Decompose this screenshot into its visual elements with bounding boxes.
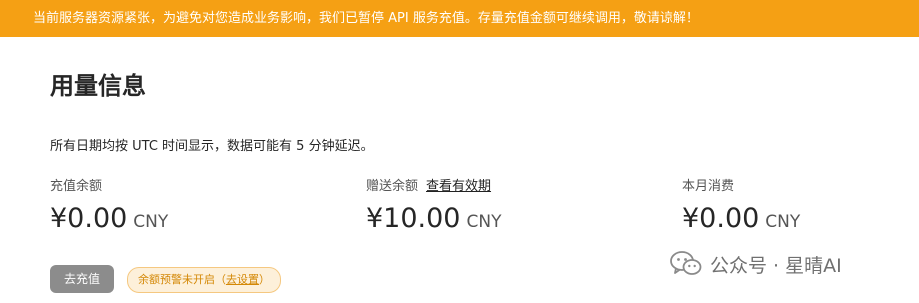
gift-balance-amount: ¥10.00 xyxy=(366,203,461,234)
wechat-watermark: 公众号 · 星晴AI xyxy=(670,250,842,278)
banner-text: 当前服务器资源紧张，为避免对您造成业务影响，我们已暂停 API 服务充值。存量充… xyxy=(33,11,699,26)
recharge-balance-value: ¥0.00 CNY xyxy=(50,202,168,239)
view-validity-link[interactable]: 查看有效期 xyxy=(426,179,491,194)
monthly-spend-label: 本月消费 xyxy=(682,179,735,194)
recharge-balance-unit: CNY xyxy=(133,212,169,232)
recharge-balance-label: 充值余额 xyxy=(50,179,103,194)
gift-balance-value: ¥10.00 CNY xyxy=(366,202,501,239)
wechat-icon xyxy=(670,251,702,275)
alert-setup-link[interactable]: 去设置 xyxy=(226,273,259,286)
monthly-spend-stat: 本月消费 ¥0.00 CNY xyxy=(682,178,800,239)
watermark-text: 公众号 · 星晴AI xyxy=(710,254,842,277)
gift-balance-label: 赠送余额 xyxy=(366,179,419,194)
balance-alert-text: 余额预警未开启 xyxy=(138,273,215,286)
alert-paren-open: （ xyxy=(215,273,226,286)
balance-alert-status: 余额预警未开启（去设置） xyxy=(127,267,281,293)
monthly-spend-value: ¥0.00 CNY xyxy=(682,202,800,239)
utc-note: 所有日期均按 UTC 时间显示，数据可能有 5 分钟延迟。 xyxy=(50,139,374,154)
service-notice-banner: 当前服务器资源紧张，为避免对您造成业务影响，我们已暂停 API 服务充值。存量充… xyxy=(0,0,919,37)
gift-balance-stat: 赠送余额 查看有效期 ¥10.00 CNY xyxy=(366,178,501,239)
recharge-button[interactable]: 去充值 xyxy=(50,265,114,293)
gift-balance-unit: CNY xyxy=(466,212,502,232)
monthly-spend-amount: ¥0.00 xyxy=(682,203,760,234)
recharge-balance-amount: ¥0.00 xyxy=(50,203,128,234)
alert-paren-close: ） xyxy=(259,273,270,286)
recharge-balance-stat: 充值余额 ¥0.00 CNY xyxy=(50,178,168,239)
monthly-spend-unit: CNY xyxy=(765,212,801,232)
gift-balance-label-row: 赠送余额 查看有效期 xyxy=(366,178,501,196)
page-title: 用量信息 xyxy=(50,72,146,100)
